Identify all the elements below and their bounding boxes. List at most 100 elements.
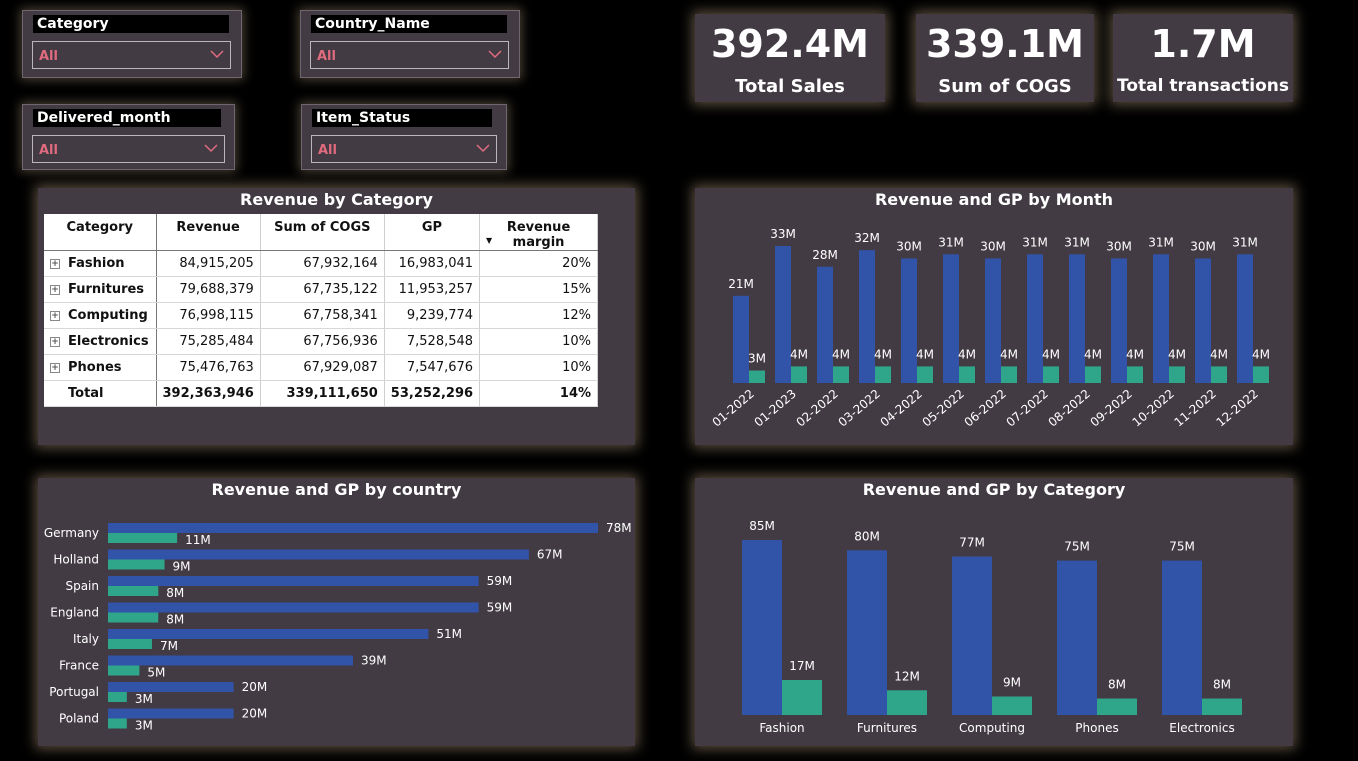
item-status-slicer[interactable]: Item_Status All bbox=[301, 104, 507, 170]
revenue-data-label: 30M bbox=[980, 239, 1006, 253]
gp-bar bbox=[1202, 698, 1242, 715]
revenue-data-label: 31M bbox=[1064, 235, 1090, 249]
margin-cell: 20% bbox=[479, 250, 599, 277]
total-label: Total bbox=[44, 380, 157, 407]
revenue-data-label: 28M bbox=[812, 248, 838, 262]
gp-data-label: 4M bbox=[1168, 347, 1186, 361]
y-tick-label: France bbox=[59, 659, 99, 673]
item-status-dropdown[interactable]: All bbox=[311, 135, 497, 163]
kpi-label: Total transactions bbox=[1117, 76, 1289, 96]
column-header-label: Revenue margin bbox=[506, 220, 571, 250]
table-row[interactable]: + Furnitures 79,688,379 67,735,122 11,953… bbox=[44, 276, 599, 303]
expand-icon[interactable]: + bbox=[50, 336, 60, 347]
revenue-data-label: 75M bbox=[1064, 540, 1090, 554]
category-cell: + Phones bbox=[44, 354, 157, 381]
kpi-label: Sum of COGS bbox=[938, 76, 1072, 97]
gp-bar bbox=[1043, 366, 1059, 383]
chevron-down-icon bbox=[210, 50, 224, 59]
gp-data-label: 12M bbox=[894, 669, 920, 683]
revenue-data-label: 21M bbox=[728, 277, 754, 291]
y-tick-label: England bbox=[50, 606, 99, 620]
y-tick-label: Spain bbox=[65, 579, 99, 593]
country-slicer[interactable]: Country_Name All bbox=[300, 10, 520, 78]
category-slicer[interactable]: Category All bbox=[22, 10, 242, 78]
table-row[interactable]: + Fashion 84,915,205 67,932,164 16,983,04… bbox=[44, 250, 599, 277]
revenue-cell: 75,285,484 bbox=[156, 328, 261, 355]
revenue-bar bbox=[742, 540, 782, 715]
revenue-gp-by-month-chart: 21M 3M 01-2022 33M 4M 01-2023 28M 4M 02-2022 32M 4… bbox=[710, 227, 1270, 430]
card-title: Revenue by Category bbox=[240, 190, 433, 209]
margin-cell: 10% bbox=[479, 354, 599, 381]
category-name: Computing bbox=[68, 308, 148, 323]
revenue-bar bbox=[943, 254, 959, 383]
gp-data-label: 9M bbox=[1003, 675, 1021, 689]
slicer-title: Item_Status bbox=[312, 109, 492, 127]
x-tick-label: Fashion bbox=[759, 721, 804, 735]
revenue-data-label: 67M bbox=[537, 548, 563, 562]
x-tick-label: 06-2022 bbox=[962, 387, 1009, 430]
cogs-cell: 67,735,122 bbox=[260, 276, 385, 303]
kpi-value: 339.1M bbox=[925, 22, 1084, 66]
revenue-cell: 76,998,115 bbox=[156, 302, 261, 329]
country-dropdown[interactable]: All bbox=[310, 41, 509, 69]
gp-bar bbox=[108, 612, 159, 623]
category-cell: + Computing bbox=[44, 302, 157, 329]
kpi-label: Total Sales bbox=[735, 76, 845, 97]
revenue-cell: 79,688,379 bbox=[156, 276, 261, 303]
column-header[interactable]: GP bbox=[384, 214, 481, 251]
revenue-data-label: 31M bbox=[1022, 235, 1048, 249]
revenue-data-label: 33M bbox=[770, 227, 796, 241]
expand-icon[interactable]: + bbox=[50, 284, 60, 295]
month-slicer[interactable]: Delivered_month All bbox=[22, 104, 235, 170]
revenue-bar bbox=[1237, 254, 1253, 383]
table-row[interactable]: + Computing 76,998,115 67,758,341 9,239,7… bbox=[44, 302, 599, 329]
gp-bar bbox=[108, 692, 127, 702]
revenue-bar bbox=[108, 708, 234, 719]
expand-icon[interactable]: + bbox=[50, 362, 60, 373]
x-tick-label: Electronics bbox=[1169, 721, 1234, 735]
gp-data-label: 4M bbox=[832, 347, 850, 361]
revenue-bar bbox=[985, 258, 1001, 383]
x-tick-label: Computing bbox=[959, 721, 1025, 735]
revenue-bar bbox=[859, 250, 875, 383]
revenue-data-label: 20M bbox=[242, 680, 268, 694]
table-row[interactable]: + Electronics 75,285,484 67,756,936 7,528… bbox=[44, 328, 599, 355]
gp-data-label: 3M bbox=[135, 692, 153, 706]
revenue-data-label: 30M bbox=[1106, 239, 1132, 253]
revenue-data-label: 20M bbox=[242, 707, 268, 721]
revenue-bar bbox=[108, 629, 429, 639]
gp-bar bbox=[992, 696, 1032, 715]
category-dropdown[interactable]: All bbox=[32, 41, 231, 69]
revenue-data-label: 30M bbox=[1190, 239, 1216, 253]
cogs-cell: 67,932,164 bbox=[260, 250, 385, 277]
gp-bar bbox=[917, 366, 933, 383]
revenue-by-category-card: Revenue by Category Category Revenue Sum… bbox=[38, 188, 635, 445]
column-header[interactable]: Sum of COGS bbox=[260, 214, 385, 251]
kpi-value: 392.4M bbox=[710, 22, 869, 66]
column-header[interactable]: Revenue bbox=[156, 214, 261, 251]
y-tick-label: Italy bbox=[73, 632, 99, 646]
gp-data-label: 17M bbox=[789, 659, 815, 673]
revenue-data-label: 80M bbox=[854, 529, 880, 543]
y-tick-label: Germany bbox=[44, 526, 99, 540]
x-tick-label: 09-2022 bbox=[1088, 387, 1135, 430]
revenue-cell: 84,915,205 bbox=[156, 250, 261, 277]
kpi-total-sales: 392.4M Total Sales bbox=[695, 14, 885, 102]
category-name: Electronics bbox=[68, 334, 149, 349]
x-tick-label: 04-2022 bbox=[878, 387, 925, 430]
month-dropdown[interactable]: All bbox=[32, 135, 225, 163]
gp-bar bbox=[108, 665, 140, 676]
slicer-title: Delivered_month bbox=[33, 109, 221, 127]
x-tick-label: Phones bbox=[1075, 721, 1118, 735]
column-header-sorted[interactable]: Revenue margin ▼ bbox=[479, 214, 599, 251]
x-tick-label: 10-2022 bbox=[1130, 387, 1177, 430]
gp-cell: 7,547,676 bbox=[384, 354, 481, 381]
table-header-row: Category Revenue Sum of COGS GP Revenue … bbox=[44, 214, 599, 251]
expand-icon[interactable]: + bbox=[50, 310, 60, 321]
column-header[interactable]: Category bbox=[44, 214, 157, 251]
table-row[interactable]: + Phones 75,476,763 67,929,087 7,547,676 … bbox=[44, 354, 599, 381]
chevron-down-icon bbox=[488, 50, 502, 59]
category-cell: + Furnitures bbox=[44, 276, 157, 303]
expand-icon[interactable]: + bbox=[50, 258, 60, 269]
x-tick-label: 01-2023 bbox=[752, 387, 799, 430]
